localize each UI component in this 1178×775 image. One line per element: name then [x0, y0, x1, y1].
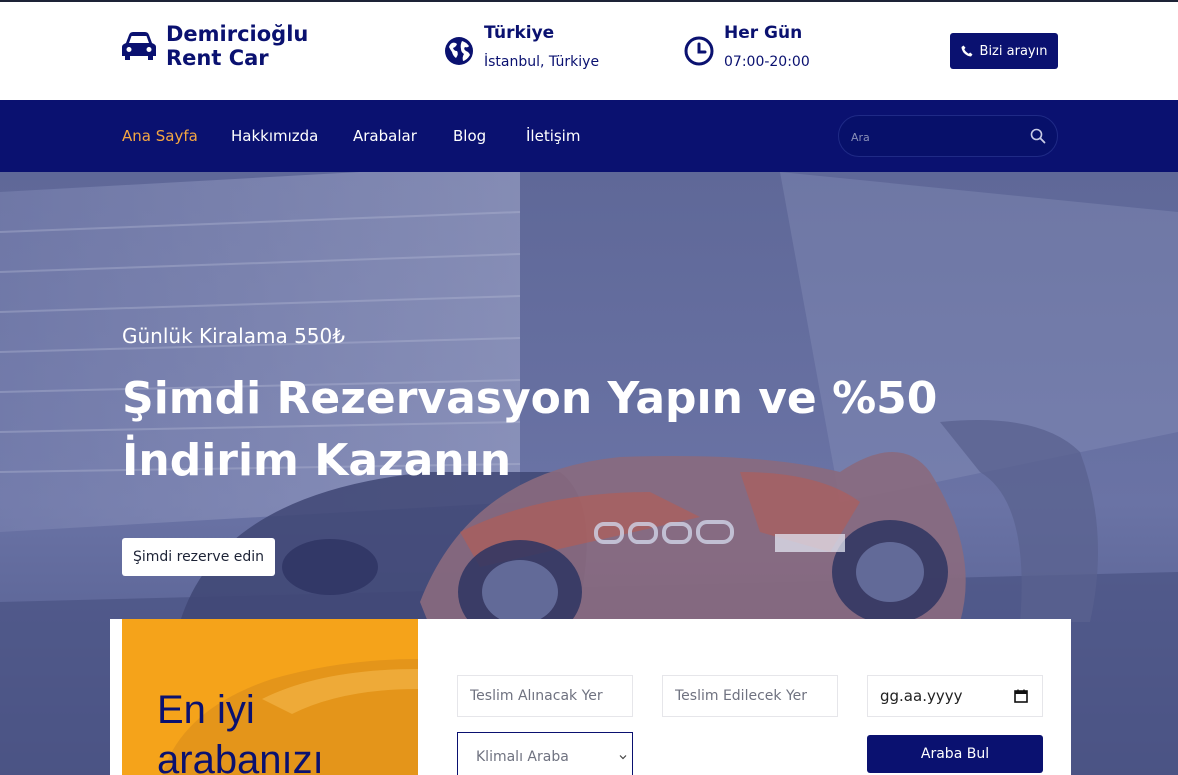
- date-input[interactable]: gg.aa.yyyy: [867, 675, 1043, 717]
- call-us-button[interactable]: Bizi arayın: [950, 33, 1058, 69]
- find-car-button[interactable]: Araba Bul: [867, 735, 1043, 773]
- location-subtitle: İstanbul, Türkiye: [484, 54, 600, 70]
- car-icon: [122, 32, 156, 60]
- globe-icon: [445, 37, 473, 65]
- hero-subtitle: Günlük Kiralama 550₺: [122, 324, 345, 348]
- promo-line-1: En iyi: [157, 688, 255, 732]
- search-icon[interactable]: [1030, 128, 1046, 144]
- hours-subtitle: 07:00-20:00: [724, 54, 810, 70]
- location-title: Türkiye: [484, 23, 555, 43]
- call-us-label: Bizi arayın: [979, 43, 1048, 59]
- nav-item-blog[interactable]: Blog: [453, 127, 486, 145]
- promo-line-2: arabanızı: [157, 738, 324, 775]
- book-now-button[interactable]: Şimdi rezerve edin: [122, 538, 275, 576]
- nav-item-about[interactable]: Hakkımızda: [231, 127, 318, 145]
- nav-item-cars[interactable]: Arabalar: [353, 127, 417, 145]
- search-input[interactable]: [851, 128, 1021, 146]
- top-header: Demircioğlu Rent Car Türkiye İstanbul, T…: [0, 2, 1178, 100]
- clock-icon: [684, 36, 714, 66]
- date-placeholder: gg.aa.yyyy: [880, 687, 963, 705]
- hours-title: Her Gün: [724, 23, 803, 43]
- brand-name-line2: Rent Car: [166, 46, 269, 70]
- car-type-select[interactable]: Klimalı Araba: [457, 732, 633, 775]
- booking-form-panel: En iyi arabanızı gg.aa.yyyy Klimalı Arab…: [110, 619, 1071, 775]
- pickup-location-field: [457, 675, 633, 717]
- nav-item-contact[interactable]: İletişim: [526, 127, 580, 145]
- car-type-selected: Klimalı Araba: [476, 749, 569, 765]
- dropoff-location-input[interactable]: [663, 676, 837, 716]
- hero-title: Şimdi Rezervasyon Yapın ve %50 İndirim K…: [122, 373, 938, 486]
- location-info: Türkiye İstanbul, Türkiye: [444, 22, 599, 72]
- phone-icon: [961, 45, 973, 57]
- dropoff-location-field: [662, 675, 838, 717]
- search-box: [838, 115, 1058, 157]
- chevron-down-icon: [619, 755, 627, 760]
- main-navigation: Ana Sayfa Hakkımızda Arabalar Blog İleti…: [0, 100, 1178, 172]
- nav-item-home[interactable]: Ana Sayfa: [122, 127, 198, 145]
- brand-logo[interactable]: Demircioğlu Rent Car: [122, 22, 308, 70]
- opening-hours-info: Her Gün 07:00-20:00: [684, 22, 810, 72]
- pickup-location-input[interactable]: [458, 676, 632, 716]
- brand-name-line1: Demircioğlu: [166, 22, 309, 46]
- calendar-icon[interactable]: [1014, 689, 1028, 703]
- promo-box: En iyi arabanızı: [122, 619, 418, 775]
